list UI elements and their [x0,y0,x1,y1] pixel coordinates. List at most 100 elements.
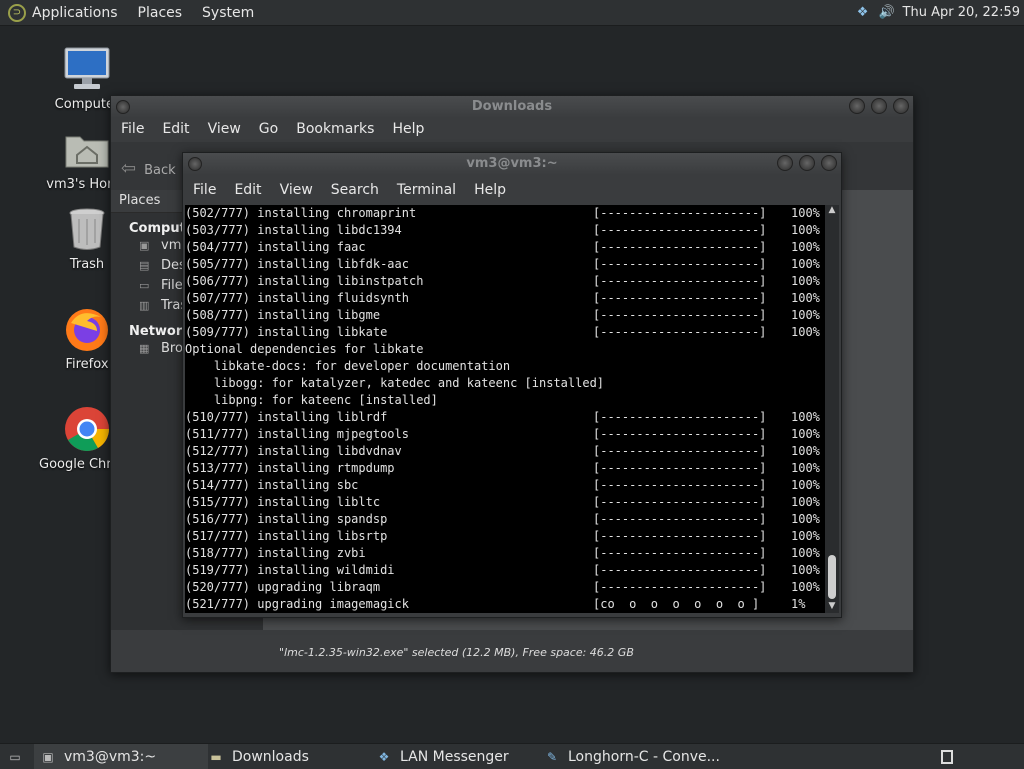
terminal-titlebar[interactable]: vm3@vm3:~ [183,153,841,175]
file-manager-titlebar[interactable]: Downloads [111,96,913,118]
file-manager-menubar: File Edit View Go Bookmarks Help [111,118,913,140]
menu-edit[interactable]: Edit [162,121,189,137]
taskbar-item-lan-messenger[interactable]: ❖ LAN Messenger [374,744,540,769]
terminal-output[interactable]: (502/777) installing chromaprint [-------… [185,205,825,613]
menu-go[interactable]: Go [259,121,278,137]
progress-bar-text: [----------------------] [593,223,767,237]
terminal-line-text: (520/777) upgrading libraqm [185,580,381,594]
minimize-button[interactable] [777,155,793,171]
terminal-line: (502/777) installing chromaprint [-------… [185,205,825,222]
distro-logo-icon[interactable]: ⊃ [8,3,26,22]
workspace-switcher[interactable] [936,744,958,769]
terminal-line: (507/777) installing fluidsynth [--------… [185,290,825,307]
network-icon: ▦ [139,342,150,355]
network-icon[interactable]: ❖ [855,5,871,21]
terminal-line-text: (512/777) installing libdvdnav [185,444,402,458]
progress-percent: 100% [791,427,820,441]
menu-file[interactable]: File [193,182,216,198]
show-desktop-button[interactable]: ▭ [2,744,28,769]
taskbar-item-downloads[interactable]: ▬ Downloads [206,744,368,769]
progress-percent: 1% [791,597,806,611]
terminal-line: (516/777) installing spandsp [-----------… [185,511,825,528]
computer-icon [63,45,111,93]
progress-bar-text: [----------------------] [593,410,767,424]
terminal-line: (520/777) upgrading libraqm [------------… [185,579,825,596]
clock[interactable]: Thu Apr 20, 22:59 [903,5,1020,20]
scroll-up-icon[interactable]: ▲ [825,205,839,217]
terminal-line-text: (508/777) installing libgme [185,308,381,322]
progress-bar-text: [----------------------] [593,546,767,560]
progress-bar-text: [----------------------] [593,461,767,475]
terminal-line: (504/777) installing faac [--------------… [185,239,825,256]
volume-icon[interactable]: 🔊 [878,5,894,21]
maximize-button[interactable] [799,155,815,171]
progress-percent: 100% [791,274,820,288]
window-title: vm3@vm3:~ [466,156,558,171]
terminal-line: (521/777) upgrading imagemagick [co o o o… [185,596,825,613]
taskbar-label: LAN Messenger [400,748,509,765]
folder-icon: ▬ [210,749,222,764]
terminal-line-text: (510/777) installing liblrdf [185,410,388,424]
taskbar-item-conversation[interactable]: ✎ Longhorn-C - Conve... [542,744,734,769]
progress-percent: 100% [791,308,820,322]
bottom-panel: ▭ ▣ vm3@vm3:~ ▬ Downloads ❖ LAN Messenger ✎… [0,743,1024,769]
progress-percent: 100% [791,257,820,271]
terminal-line-text: libpng: for kateenc [installed] [185,393,438,407]
terminal-line: (506/777) installing libinstpatch [------… [185,273,825,290]
scrollbar-thumb[interactable] [828,555,836,599]
menu-search[interactable]: Search [331,182,379,198]
close-button[interactable] [821,155,837,171]
terminal-line-text: (506/777) installing libinstpatch [185,274,424,288]
progress-percent: 100% [791,240,820,254]
progress-percent: 100% [791,529,820,543]
workspace-icon [941,749,953,764]
menu-file[interactable]: File [121,121,144,137]
drive-icon: ▭ [139,279,150,292]
terminal-line-text: (509/777) installing libkate [185,325,388,339]
terminal-line: (503/777) installing libdc1394 [---------… [185,222,825,239]
applications-menu[interactable]: Applications [32,5,118,21]
taskbar-item-terminal[interactable]: ▣ vm3@vm3:~ [34,744,208,769]
status-text: "lmc-1.2.35-win32.exe" selected (12.2 MB… [279,646,634,659]
menu-terminal[interactable]: Terminal [397,182,456,198]
terminal-line-text: (504/777) installing faac [185,240,366,254]
terminal-line-text: (503/777) installing libdc1394 [185,223,402,237]
scroll-down-icon[interactable]: ▼ [825,601,839,613]
close-button[interactable] [893,98,909,114]
progress-bar-text: [----------------------] [593,529,767,543]
terminal-line-text: (514/777) installing sbc [185,478,359,492]
terminal-line-text: Optional dependencies for libkate [185,342,424,356]
back-arrow-icon: ⇦ [121,158,137,179]
minimize-button[interactable] [849,98,865,114]
taskbar-label: Downloads [232,748,309,765]
progress-bar-text: [----------------------] [593,495,767,509]
back-button[interactable]: ⇦ Back [121,158,176,179]
taskbar-label: vm3@vm3:~ [64,748,157,765]
terminal-line-text: libogg: for katalyzer, katedec and katee… [185,376,605,390]
terminal-scrollbar[interactable]: ▲ ▼ [825,205,839,613]
trash-icon: ▥ [139,299,150,312]
menu-help[interactable]: Help [474,182,506,198]
progress-bar-text: [----------------------] [593,257,767,271]
places-menu[interactable]: Places [138,5,183,21]
maximize-button[interactable] [871,98,887,114]
progress-bar-text: [----------------------] [593,563,767,577]
terminal-icon: ▣ [42,749,54,764]
menu-bookmarks[interactable]: Bookmarks [296,121,374,137]
system-menu[interactable]: System [202,5,254,21]
menu-view[interactable]: View [208,121,241,137]
progress-percent: 100% [791,325,820,339]
menu-edit[interactable]: Edit [234,182,261,198]
progress-percent: 100% [791,461,820,475]
menu-view[interactable]: View [280,182,313,198]
progress-percent: 100% [791,478,820,492]
terminal-window[interactable]: vm3@vm3:~ File Edit View Search Terminal… [182,152,842,618]
menu-help[interactable]: Help [392,121,424,137]
progress-bar-text: [----------------------] [593,512,767,526]
terminal-line-text: (516/777) installing spandsp [185,512,388,526]
messenger-icon: ❖ [378,749,390,764]
window-title: Downloads [471,99,553,114]
terminal-line-text: (511/777) installing mjpegtools [185,427,409,441]
progress-bar-text: [----------------------] [593,291,767,305]
progress-bar-text: [----------------------] [593,325,767,339]
